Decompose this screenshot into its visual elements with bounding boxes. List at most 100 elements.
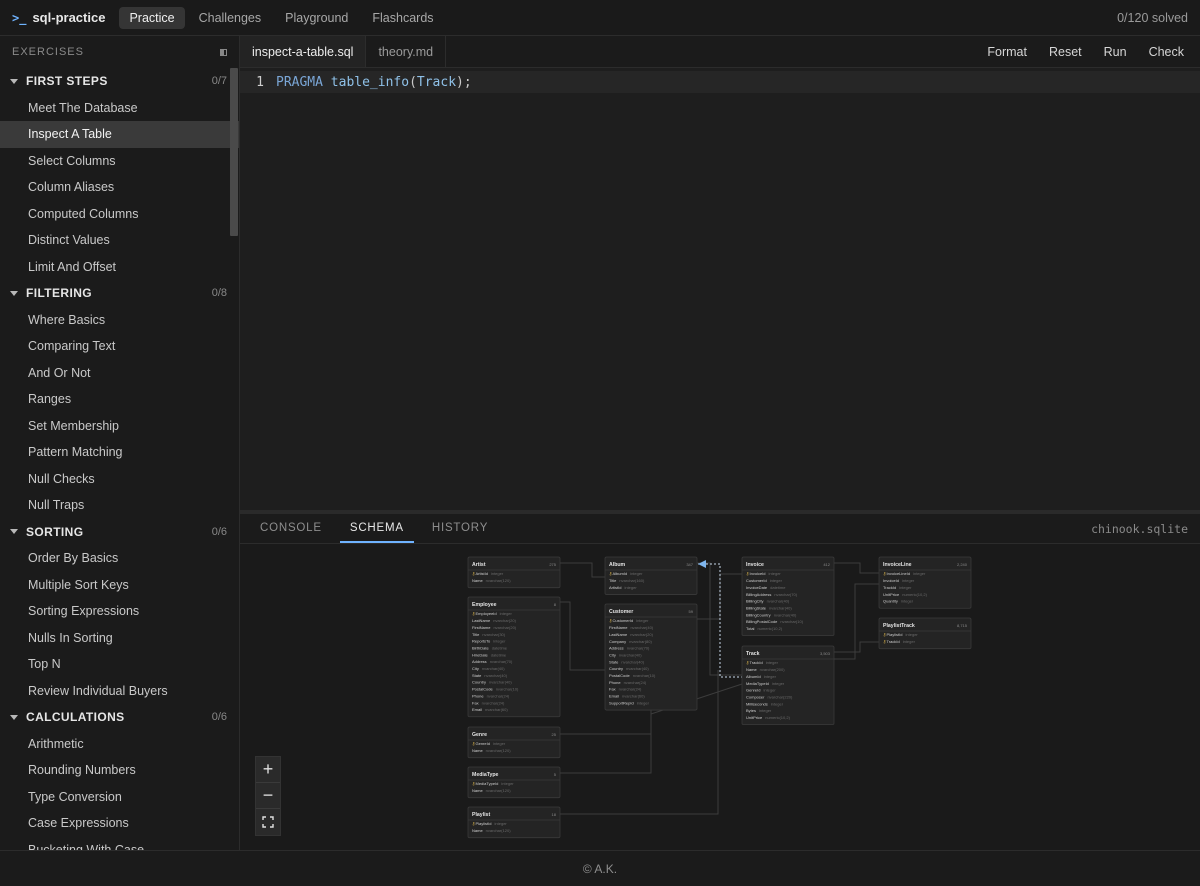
- section-header[interactable]: SORTING 0/6: [0, 519, 239, 546]
- exercise-item[interactable]: Select Columns: [0, 148, 239, 175]
- table-name: Genre: [472, 732, 487, 738]
- sql-argument: Track: [416, 74, 457, 90]
- schema-table[interactable]: Employee 8⚷ EmployeeId integerLastName nvarc…: [467, 596, 561, 718]
- schema-table[interactable]: MediaType 5⚷ MediaTypeId integerName nvarcha…: [467, 766, 561, 799]
- schema-table[interactable]: Invoice 412⚷ InvoiceId integerCustomerId int…: [741, 556, 835, 637]
- column-row: BillingState nvarchar(40): [746, 605, 792, 610]
- sidebar-scrollbar[interactable]: [230, 68, 238, 236]
- schema-table[interactable]: Playlist 18⚷ PlaylistId integerName nvarchar…: [467, 806, 561, 839]
- schema-table[interactable]: Album 347⚷ AlbumId integerTitle nvarchar(160…: [604, 556, 698, 595]
- exercise-item[interactable]: Distinct Values: [0, 227, 239, 254]
- format-button[interactable]: Format: [987, 45, 1027, 59]
- nav-flashcards[interactable]: Flashcards: [362, 7, 443, 29]
- section-header[interactable]: CALCULATIONS 0/6: [0, 704, 239, 731]
- column-row: InvoiceLineId integer: [887, 571, 926, 576]
- column-name: PostalCode: [472, 687, 493, 692]
- column-name: PlaylistId: [476, 821, 492, 826]
- exercise-item[interactable]: Comparing Text: [0, 333, 239, 360]
- section-header[interactable]: FIRST STEPS 0/7: [0, 68, 239, 95]
- exercise-item[interactable]: Null Checks: [0, 466, 239, 493]
- tab-history[interactable]: HISTORY: [422, 514, 498, 543]
- schema-canvas[interactable]: Artist 275⚷ ArtistId integerName nvarchar(12…: [240, 544, 1200, 850]
- exercise-item[interactable]: Meet The Database: [0, 95, 239, 122]
- schema-table[interactable]: Customer 59⚷ CustomerId integerFirstName nva…: [604, 603, 698, 711]
- exercise-item[interactable]: Top N: [0, 651, 239, 678]
- schema-table[interactable]: Artist 275⚷ ArtistId integerName nvarchar(12…: [467, 556, 561, 589]
- column-row: Email nvarchar(60): [472, 707, 508, 712]
- section-title: FILTERING: [26, 286, 93, 301]
- nav-practice[interactable]: Practice: [119, 6, 185, 29]
- schema-table[interactable]: Track 3,503⚷ TrackId integerName nvarchar(20…: [741, 645, 835, 726]
- exercise-item[interactable]: Order By Basics: [0, 545, 239, 572]
- exercise-item[interactable]: Null Traps: [0, 492, 239, 519]
- schema-table[interactable]: InvoiceLine 2,240⚷ InvoiceLineId integerInv…: [878, 556, 972, 609]
- column-name: City: [472, 666, 479, 671]
- exercise-item[interactable]: Arithmetic: [0, 731, 239, 758]
- schema-table[interactable]: PlaylistTrack 8,715⚷ PlaylistId integer⚷ Tra…: [878, 617, 972, 650]
- tab-sql-file[interactable]: inspect-a-table.sql: [240, 36, 367, 67]
- column-type: integer: [501, 781, 514, 786]
- exercise-item[interactable]: Pattern Matching: [0, 439, 239, 466]
- column-name: Fax: [472, 700, 479, 705]
- column-name: LastName: [472, 618, 491, 623]
- section-title: FIRST STEPS: [26, 74, 108, 89]
- column-type: nvarchar(40): [767, 599, 790, 604]
- exercise-item[interactable]: Inspect A Table: [0, 121, 239, 148]
- tab-schema[interactable]: SCHEMA: [339, 514, 414, 543]
- exercise-item[interactable]: Case Expressions: [0, 810, 239, 837]
- column-type: nvarchar(24): [487, 693, 510, 698]
- column-name: SupportRepId: [609, 700, 634, 705]
- section-header[interactable]: FILTERING 0/8: [0, 280, 239, 307]
- exercise-item[interactable]: Type Conversion: [0, 784, 239, 811]
- column-row: EmployeeId integer: [476, 611, 513, 616]
- code-line[interactable]: 1 PRAGMA table_info(Track);: [240, 71, 1200, 93]
- column-row: LastName nvarchar(20): [472, 618, 517, 623]
- nav-challenges[interactable]: Challenges: [189, 7, 272, 29]
- exercise-item[interactable]: Nulls In Sorting: [0, 625, 239, 652]
- exercise-item[interactable]: Limit And Offset: [0, 254, 239, 281]
- zoom-controls: + −: [255, 756, 281, 836]
- exercise-item[interactable]: Sorting Expressions: [0, 598, 239, 625]
- column-type: numeric(10,2): [765, 715, 790, 720]
- column-row: Fax nvarchar(24): [472, 700, 505, 705]
- code-editor[interactable]: 1 PRAGMA table_info(Track);: [240, 68, 1200, 510]
- exercise-item[interactable]: Computed Columns: [0, 201, 239, 228]
- schema-table[interactable]: Genre 25⚷ GenreId integerName nvarchar(120): [467, 726, 561, 759]
- nav-playground[interactable]: Playground: [275, 7, 358, 29]
- row-count: 2,240: [957, 562, 968, 567]
- exercise-item[interactable]: Ranges: [0, 386, 239, 413]
- column-row: Country nvarchar(40): [472, 680, 512, 685]
- column-name: InvoiceId: [750, 571, 766, 576]
- chevron-down-icon: [10, 714, 18, 720]
- column-name: Phone: [609, 680, 621, 685]
- zoom-in-button[interactable]: +: [256, 757, 280, 783]
- check-button[interactable]: Check: [1149, 45, 1184, 59]
- exercise-item[interactable]: And Or Not: [0, 360, 239, 387]
- column-type: datetime: [492, 645, 508, 650]
- exercise-item[interactable]: Bucketing With Case: [0, 837, 239, 850]
- collapse-sidebar-icon[interactable]: [220, 48, 227, 56]
- exercise-item[interactable]: Set Membership: [0, 413, 239, 440]
- app-logo[interactable]: >_ sql-practice: [12, 10, 105, 25]
- reset-button[interactable]: Reset: [1049, 45, 1082, 59]
- exercise-item[interactable]: Rounding Numbers: [0, 757, 239, 784]
- column-type: nvarchar(20): [493, 625, 516, 630]
- column-name: Name: [472, 788, 483, 793]
- column-type: nvarchar(24): [619, 687, 642, 692]
- tab-theory[interactable]: theory.md: [366, 36, 447, 67]
- column-type: integer: [770, 578, 783, 583]
- zoom-out-button[interactable]: −: [256, 783, 280, 809]
- row-count: 59: [689, 609, 694, 614]
- column-type: nvarchar(120): [486, 578, 512, 583]
- column-type: nvarchar(40): [630, 625, 653, 630]
- column-row: City nvarchar(40): [472, 666, 505, 671]
- column-type: nvarchar(10): [780, 619, 803, 624]
- exercise-item[interactable]: Where Basics: [0, 307, 239, 334]
- exercise-item[interactable]: Column Aliases: [0, 174, 239, 201]
- exercise-item[interactable]: Review Individual Buyers: [0, 678, 239, 705]
- tab-console[interactable]: CONSOLE: [250, 514, 332, 543]
- schema-diagram[interactable]: Artist 275 ⚷ ArtistId integer Name nvarchar(12…: [240, 544, 1200, 850]
- fit-view-button[interactable]: [256, 809, 280, 835]
- exercise-item[interactable]: Multiple Sort Keys: [0, 572, 239, 599]
- run-button[interactable]: Run: [1104, 45, 1127, 59]
